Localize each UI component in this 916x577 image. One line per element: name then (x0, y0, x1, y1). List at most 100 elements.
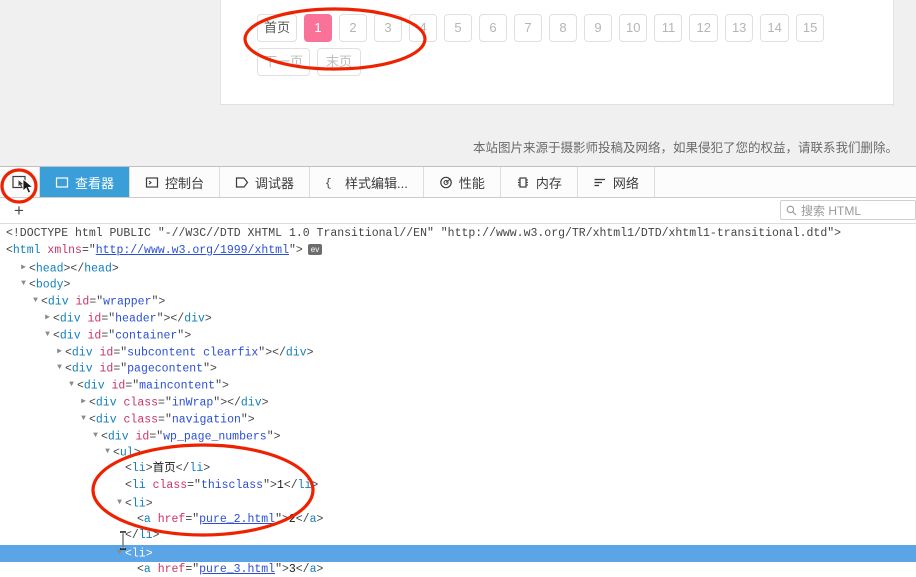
dom-twisty-icon[interactable] (114, 545, 125, 562)
devtools-subbar: + 搜索 HTML (0, 198, 916, 224)
dom-attr-value[interactable]: wp_page_numbers (163, 430, 267, 443)
dom-row[interactable]: </li> (0, 528, 916, 545)
search-html-placeholder: 搜索 HTML (801, 203, 862, 218)
dom-attr-value[interactable]: pure_3.html (199, 563, 275, 576)
dom-text-node: 首页 (152, 462, 176, 476)
pagination-page-2[interactable]: 2 (339, 14, 368, 42)
svg-text:{ }: { } (325, 178, 339, 189)
pagination-page-8[interactable]: 8 (549, 14, 578, 42)
dom-row[interactable]: <div id="subcontent clearfix"></div> (0, 344, 916, 361)
dom-row[interactable]: <li>首页</li> (0, 461, 916, 478)
dom-row[interactable]: <div id="pagecontent"> (0, 360, 916, 377)
pagination-first-button[interactable]: 首页 (257, 14, 298, 42)
dom-row[interactable]: <head></head> (0, 260, 916, 277)
dom-twisty-icon[interactable] (42, 327, 53, 344)
dom-attr-name: id (87, 312, 102, 326)
dom-row[interactable]: <div id="header"></div> (0, 310, 916, 327)
pagination-page-1[interactable]: 1 (304, 14, 333, 42)
dom-row-html[interactable]: <html xmlns="http://www.w3.org/1999/xhtm… (0, 243, 916, 260)
dom-attr-value[interactable]: maincontent (139, 380, 215, 393)
dom-attr-value[interactable]: pagecontent (127, 363, 203, 376)
dom-attr-value[interactable]: header (115, 312, 156, 325)
dom-row[interactable]: <li> (0, 495, 916, 512)
pagination-page-6[interactable]: 6 (479, 14, 508, 42)
dom-attr-value[interactable]: inWrap (172, 396, 213, 409)
pagination-next-button[interactable]: 下一页 (257, 48, 311, 76)
dom-tag-name: div (59, 329, 81, 343)
devtools-tab-3[interactable]: { } 样式编辑... (310, 167, 424, 197)
dom-row[interactable]: <ul> (0, 444, 916, 461)
pagination-page-15[interactable]: 15 (795, 14, 825, 42)
dom-row[interactable]: <div id="wrapper"> (0, 293, 916, 310)
devtools-tab-label: 性能 (458, 175, 485, 191)
pagination-page-13[interactable]: 13 (724, 14, 754, 42)
dom-twisty-icon[interactable] (30, 293, 41, 310)
html-attr-value[interactable]: http://www.w3.org/1999/xhtml (96, 244, 289, 257)
dom-attr-value[interactable]: container (115, 329, 177, 342)
devtools-tab-0[interactable]: 查看器 (40, 167, 131, 197)
pagination-page-4[interactable]: 4 (409, 14, 438, 42)
pagination-page-9[interactable]: 9 (584, 14, 613, 42)
devtools-tab-6[interactable]: 网络 (577, 167, 655, 197)
dom-twisty-icon[interactable] (18, 260, 29, 277)
dom-twisty-icon[interactable] (42, 310, 53, 327)
dom-tag-name: li (131, 478, 146, 492)
dom-twisty-icon[interactable] (78, 411, 89, 428)
dom-row-doctype[interactable]: <!DOCTYPE html PUBLIC "-//W3C//DTD XHTML… (0, 226, 916, 243)
dom-row[interactable]: <div id="wp_page_numbers"> (0, 428, 916, 445)
dom-row[interactable]: <div class="inWrap"></div> (0, 394, 916, 411)
pagination-page-3[interactable]: 3 (374, 14, 403, 42)
pagination-page-14[interactable]: 14 (760, 14, 789, 42)
devtools-tab-1[interactable]: 控制台 (130, 167, 221, 197)
dom-tag-name: head (35, 262, 64, 276)
dom-attr-value[interactable]: pure_2.html (199, 513, 275, 526)
add-node-button[interactable]: + (9, 200, 29, 220)
dom-row[interactable]: <li class="thisclass">1</li> (0, 478, 916, 495)
devtools-tab-label: 查看器 (75, 175, 115, 191)
dom-tag-name: a (143, 562, 151, 576)
style-editor-icon: { } (325, 176, 339, 189)
dom-row[interactable]: <li> (0, 545, 916, 562)
pagination-page-7[interactable]: 7 (514, 14, 543, 42)
dom-attr-value[interactable]: wrapper (103, 296, 151, 309)
dom-twisty-icon[interactable] (102, 444, 113, 461)
devtools-tab-5[interactable]: 内存 (500, 167, 578, 197)
dom-attr-value[interactable]: navigation (172, 413, 241, 426)
console-icon (145, 176, 159, 189)
dom-attr-value[interactable]: thisclass (201, 479, 263, 492)
devtools-tab-2[interactable]: 调试器 (220, 167, 311, 197)
pagination-page-10[interactable]: 10 (619, 14, 648, 42)
dom-text-node: 3 (288, 562, 296, 576)
pagination-page-5[interactable]: 5 (444, 14, 473, 42)
pagination-page-12[interactable]: 12 (689, 14, 718, 42)
dom-tree[interactable]: <!DOCTYPE html PUBLIC "-//W3C//DTD XHTML… (0, 224, 916, 577)
dom-twisty-icon[interactable] (90, 428, 101, 445)
dom-twisty-icon[interactable] (78, 394, 89, 411)
search-html-box[interactable]: 搜索 HTML (780, 200, 916, 220)
dom-row[interactable]: <div class="navigation"> (0, 411, 916, 428)
dom-twisty-icon[interactable] (66, 377, 77, 394)
dom-attr-name: class (152, 478, 188, 492)
devtools-tab-4[interactable]: 性能 (423, 167, 501, 197)
dom-twisty-icon[interactable] (54, 360, 65, 377)
dom-row[interactable]: <body> (0, 276, 916, 293)
pagination-row-nav: 下一页 末页 (257, 48, 857, 76)
dom-row[interactable]: <div id="maincontent"> (0, 377, 916, 394)
dom-attr-name: href (157, 562, 186, 576)
element-picker-button[interactable] (0, 167, 40, 197)
dom-row[interactable]: <a href="pure_2.html">2</a> (0, 512, 916, 529)
dom-attr-name: id (87, 329, 102, 343)
dom-twisty-icon[interactable] (18, 276, 29, 293)
dom-attr-name: class (123, 413, 159, 427)
devtools-toolbar: 查看器 控制台 调试器 { } 样式编辑... 性能 内存 网络 (0, 167, 916, 198)
dom-tag-name: li (131, 462, 146, 476)
event-badge[interactable]: ev (307, 244, 323, 256)
pagination-last-button[interactable]: 末页 (317, 48, 362, 76)
pagination-page-11[interactable]: 11 (654, 14, 683, 42)
dom-row[interactable]: <div id="container"> (0, 327, 916, 344)
dom-twisty-icon[interactable] (114, 495, 125, 512)
dom-row[interactable]: <a href="pure_3.html">3</a> (0, 562, 916, 577)
dom-twisty-icon[interactable] (54, 344, 65, 361)
screen-root: 首页 1 2 3 4 5 6 7 8 9 10 11 12 13 14 15 下一页 末页 本站图片来源于摄影… (0, 0, 916, 577)
dom-attr-value[interactable]: subcontent clearfix (127, 346, 258, 359)
